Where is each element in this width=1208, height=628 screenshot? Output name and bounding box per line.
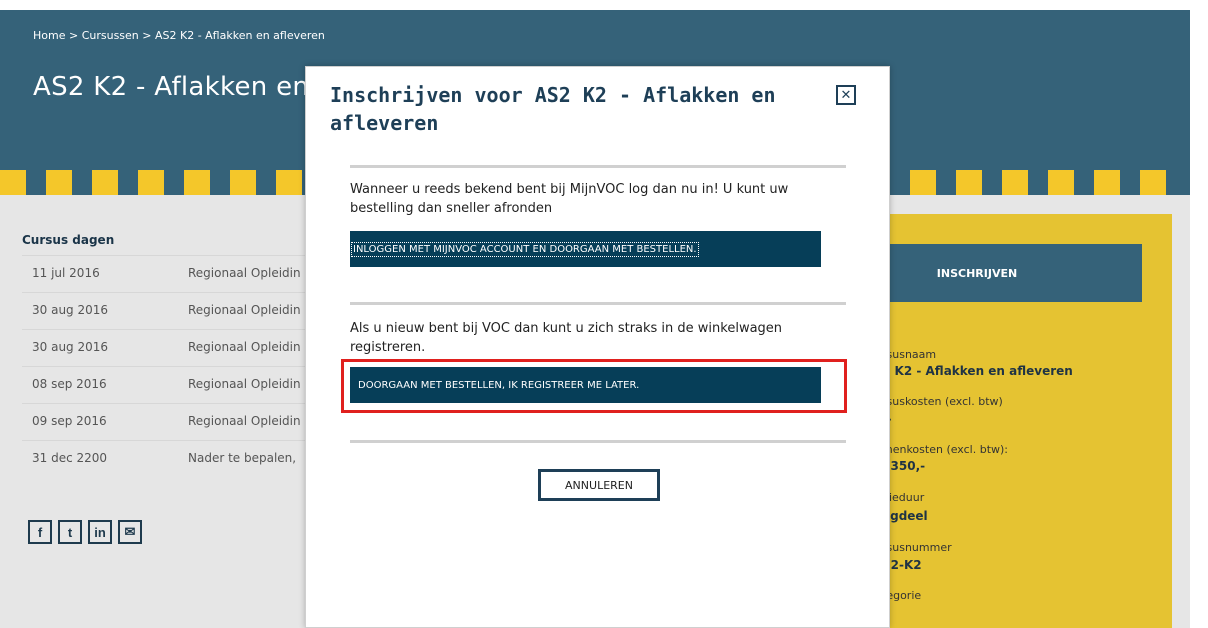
day-location: Regionaal Opleidin (188, 303, 301, 317)
registration-modal: Inschrijven voor AS2 K2 - Aflakken en af… (305, 66, 890, 628)
table-row: 31 dec 2200 Nader te bepalen, (22, 440, 322, 477)
table-row: 30 aug 2016 Regionaal Opleidin (22, 292, 322, 329)
divider (350, 302, 846, 305)
day-location: Regionaal Opleidin (188, 266, 301, 280)
course-days-table: 11 jul 2016 Regionaal Opleidin 30 aug 20… (22, 255, 322, 477)
day-date: 31 dec 2200 (32, 451, 108, 465)
exam-cost-label: menkosten (excl. btw): (882, 443, 1009, 456)
mail-icon[interactable]: ✉ (118, 520, 142, 544)
course-number-label: rsusnummer (882, 541, 952, 554)
course-cost-label: rsuskosten (excl. btw) (882, 395, 1003, 408)
continue-without-account-button[interactable]: DOORGAAN MET BESTELLEN, IK REGISTREER ME… (350, 367, 821, 403)
course-days-title: Cursus dagen (22, 233, 115, 247)
day-date: 09 sep 2016 (32, 414, 107, 428)
facebook-icon[interactable]: f (28, 520, 52, 544)
table-row: 08 sep 2016 Regionaal Opleidin (22, 366, 322, 403)
day-date: 11 jul 2016 (32, 266, 100, 280)
course-name-label: rsusnaam (882, 348, 937, 361)
close-icon[interactable]: ✕ (836, 85, 856, 105)
login-prompt-text: Wanneer u reeds bekend bent bij MijnVOC … (350, 182, 789, 216)
modal-title: Inschrijven voor AS2 K2 - Aflakken en af… (330, 83, 776, 135)
table-row: 09 sep 2016 Regionaal Opleidin (22, 403, 322, 440)
divider (350, 165, 846, 168)
breadcrumb[interactable]: Home > Cursussen > AS2 K2 - Aflakken en … (33, 29, 325, 42)
day-date: 30 aug 2016 (32, 340, 109, 354)
course-name-value: 2 K2 - Aflakken en afleveren (882, 364, 1073, 378)
course-days-section: Cursus dagen 11 jul 2016 Regionaal Oplei… (22, 233, 342, 465)
linkedin-icon[interactable]: in (88, 520, 112, 544)
day-location: Nader te bepalen, (188, 451, 297, 465)
table-row: 30 aug 2016 Regionaal Opleidin (22, 329, 322, 366)
table-row: 11 jul 2016 Regionaal Opleidin (22, 255, 322, 292)
cancel-button[interactable]: ANNULEREN (538, 469, 660, 501)
new-customer-text: Als u nieuw bent bij VOC dan kunt u zich… (350, 321, 783, 355)
continue-without-account-label: DOORGAAN MET BESTELLEN, IK REGISTREER ME… (358, 379, 640, 391)
day-date: 08 sep 2016 (32, 377, 107, 391)
twitter-icon[interactable]: t (58, 520, 82, 544)
day-date: 30 aug 2016 (32, 303, 109, 317)
login-continue-button[interactable]: INLOGGEN MET MIJNVOC ACCOUNT EN DOORGAAN… (350, 231, 821, 267)
day-location: Regionaal Opleidin (188, 377, 301, 391)
login-continue-label: INLOGGEN MET MIJNVOC ACCOUNT EN DOORGAAN… (351, 241, 699, 257)
day-location: Regionaal Opleidin (188, 340, 301, 354)
day-location: Regionaal Opleidin (188, 414, 301, 428)
divider (350, 440, 846, 443)
